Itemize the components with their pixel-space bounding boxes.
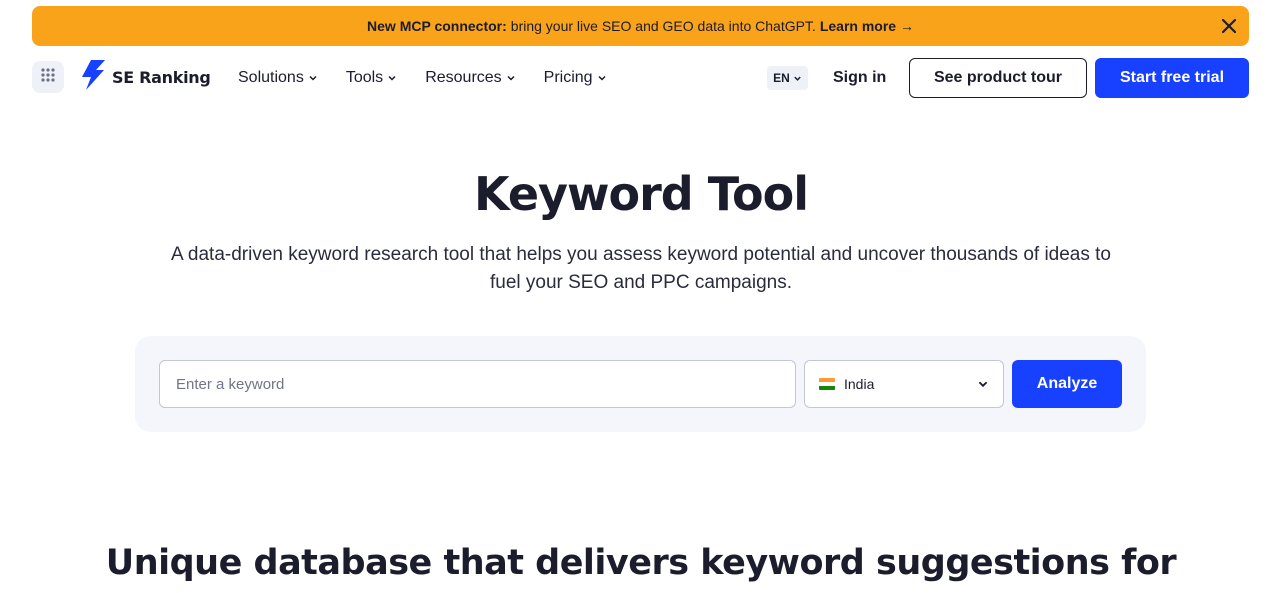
chevron-down-icon — [309, 75, 317, 81]
language-label: EN — [773, 71, 790, 85]
chevron-down-icon — [388, 75, 396, 81]
analyze-button[interactable]: Analyze — [1012, 360, 1122, 408]
logo-bolt-icon — [80, 59, 106, 95]
start-free-trial-button[interactable]: Start free trial — [1095, 58, 1249, 98]
sign-in-link[interactable]: Sign in — [833, 67, 886, 89]
page-subtitle: A data-driven keyword research tool that… — [171, 244, 1111, 293]
banner-bold-text: New MCP connector: — [367, 18, 507, 34]
country-value: India — [844, 376, 875, 392]
nav-label: Tools — [345, 69, 384, 86]
logo[interactable]: SE Ranking — [80, 59, 211, 95]
country-select[interactable]: India — [804, 360, 1004, 408]
logo-text: SE Ranking — [112, 67, 211, 87]
keyword-input[interactable] — [159, 360, 796, 408]
see-product-tour-button[interactable]: See product tour — [909, 58, 1087, 98]
india-flag-icon — [819, 378, 835, 390]
nav-label: Pricing — [543, 69, 593, 86]
apps-menu-button[interactable] — [32, 61, 64, 93]
grid-dots-icon — [40, 67, 56, 88]
nav-tools[interactable]: Tools — [346, 66, 397, 90]
page-title: Keyword Tool — [474, 167, 809, 221]
main-nav: Solutions Tools Resources Pricing — [238, 66, 635, 90]
nav-resources[interactable]: Resources — [425, 66, 515, 90]
chevron-down-icon — [978, 381, 988, 388]
language-selector[interactable]: EN — [767, 66, 808, 90]
banner-learn-more-link[interactable]: Learn more → — [820, 18, 914, 34]
banner-message: bring your live SEO and GEO data into Ch… — [510, 18, 816, 34]
announcement-banner: New MCP connector: bring your live SEO a… — [32, 6, 1249, 46]
nav-pricing[interactable]: Pricing — [544, 66, 607, 90]
chevron-down-icon — [794, 76, 801, 81]
nav-label: Solutions — [238, 69, 304, 86]
close-icon[interactable] — [1217, 14, 1241, 38]
chevron-down-icon — [507, 75, 515, 81]
nav-solutions[interactable]: Solutions — [238, 66, 318, 90]
section-heading: Unique database that delivers keyword su… — [105, 543, 1177, 583]
chevron-down-icon — [598, 75, 606, 81]
nav-label: Resources — [425, 69, 502, 86]
